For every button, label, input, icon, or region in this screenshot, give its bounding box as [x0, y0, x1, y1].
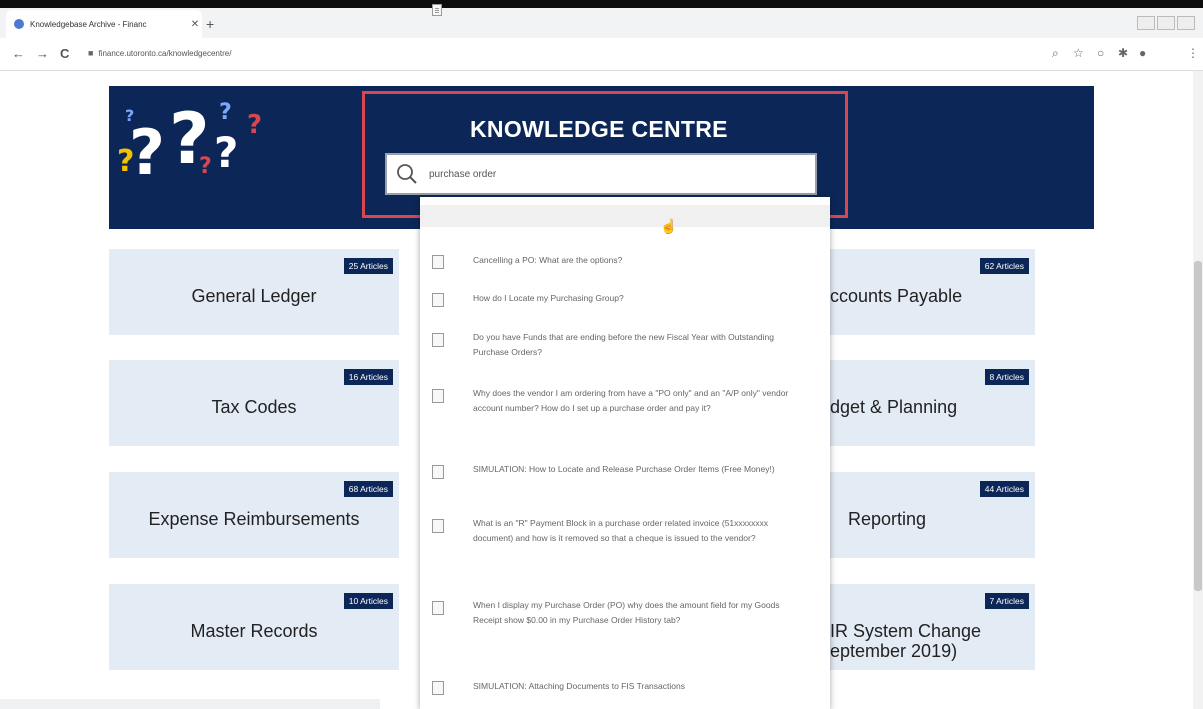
suggestion-item[interactable]: Cancelling a PO: What are the options?: [420, 252, 830, 272]
category-card-expense-reimbursements[interactable]: 68 Articles Expense Reimbursements: [109, 472, 399, 558]
scrollbar[interactable]: [1193, 71, 1203, 709]
article-count-badge: 68 Articles: [343, 481, 393, 497]
category-label: General Ledger: [191, 286, 317, 306]
suggestion-item[interactable]: Why does the vendor I am ordering from h…: [420, 386, 830, 436]
window-top-edge: [0, 0, 1203, 8]
bookmark-star-icon[interactable]: ☆: [1073, 46, 1084, 60]
article-count-badge: 25 Articles: [343, 258, 393, 274]
category-card-hr-system-change[interactable]: 7 Articles IR System Change eptember 201…: [800, 584, 1035, 670]
tab-strip: Knowledgebase Archive - Financ ✕ +: [0, 8, 1203, 38]
category-label: Reporting: [848, 509, 927, 529]
suggestion-item[interactable]: SIMULATION: Attaching Documents to FIS T…: [420, 678, 830, 698]
document-icon: [432, 333, 444, 347]
close-window-icon[interactable]: [1177, 16, 1195, 30]
document-icon: [432, 465, 444, 479]
suggestion-item[interactable]: What is an "R" Payment Block in a purcha…: [420, 516, 830, 566]
category-label: Master Records: [190, 621, 318, 641]
document-icon: [432, 255, 444, 269]
suggestion-item[interactable]: When I display my Purchase Order (PO) wh…: [420, 598, 830, 648]
url-field[interactable]: ■ finance.utoronto.ca/knowledgecentre/: [88, 43, 1048, 63]
back-button[interactable]: ←: [12, 46, 25, 61]
favicon-icon: [14, 19, 24, 29]
category-label: Tax Codes: [211, 397, 297, 417]
suggestion-item[interactable]: Do you have Funds that are ending before…: [420, 330, 830, 364]
suggestion-item[interactable]: How do I Locate my Purchasing Group?: [420, 290, 830, 310]
forward-button[interactable]: →: [36, 46, 49, 61]
browser-tab[interactable]: Knowledgebase Archive - Financ ✕: [6, 10, 202, 38]
window-controls: [1137, 16, 1195, 30]
category-card-reporting[interactable]: 44 Articles Reporting: [800, 472, 1035, 558]
new-tab-button[interactable]: +: [206, 16, 214, 32]
category-label: Expense Reimbursements: [148, 509, 360, 529]
category-card-budget-planning[interactable]: 8 Articles dget & Planning: [800, 360, 1035, 446]
maximize-icon[interactable]: [1157, 16, 1175, 30]
pin-icon[interactable]: ✱: [1118, 46, 1128, 60]
article-count-badge: 44 Articles: [979, 481, 1029, 497]
extension-icon[interactable]: ○: [1097, 46, 1104, 60]
document-icon: [432, 293, 444, 307]
article-count-badge: 8 Articles: [984, 369, 1029, 385]
document-icon: [432, 389, 444, 403]
category-card-tax-codes[interactable]: 16 Articles Tax Codes: [109, 360, 399, 446]
article-count-badge: 16 Articles: [343, 369, 393, 385]
document-icon: [432, 681, 444, 695]
article-count-badge: 10 Articles: [343, 593, 393, 609]
article-count-badge: 7 Articles: [984, 593, 1029, 609]
article-count-badge: 62 Articles: [979, 258, 1029, 274]
document-icon: [432, 601, 444, 615]
menu-icon[interactable]: ⋮: [1187, 46, 1199, 60]
lock-icon: ■: [88, 48, 94, 58]
category-card-general-ledger[interactable]: 25 Articles General Ledger: [109, 249, 399, 335]
suggestion-item[interactable]: SIMULATION: How to Locate and Release Pu…: [420, 462, 830, 496]
suggestion-partially-hidden[interactable]: [420, 205, 830, 227]
category-card-accounts-payable[interactable]: 62 Articles ccounts Payable: [800, 249, 1035, 335]
scrollbar-thumb[interactable]: [1194, 261, 1202, 591]
profile-icon[interactable]: ●: [1139, 46, 1146, 60]
document-icon: [432, 4, 442, 16]
category-label: dget & Planning: [830, 397, 958, 417]
status-bar: [0, 699, 380, 709]
mouse-cursor-icon: ☝: [660, 218, 678, 234]
tab-close-icon[interactable]: ✕: [188, 19, 202, 30]
minimize-icon[interactable]: [1137, 16, 1155, 30]
category-card-master-records[interactable]: 10 Articles Master Records: [109, 584, 399, 670]
category-label: ccounts Payable: [830, 286, 963, 306]
zoom-icon[interactable]: ⌕: [1052, 46, 1059, 61]
reload-button[interactable]: C: [60, 46, 69, 61]
document-icon: [432, 519, 444, 533]
address-bar-row: ← → C ■ finance.utoronto.ca/knowledgecen…: [0, 38, 1203, 71]
url-text: finance.utoronto.ca/knowledgecentre/: [98, 48, 232, 58]
category-label: IR System Change eptember 2019): [830, 621, 982, 661]
tab-title: Knowledgebase Archive - Financ: [30, 19, 147, 29]
suggestion-list: Cancelling a PO: What are the options? H…: [420, 246, 830, 706]
